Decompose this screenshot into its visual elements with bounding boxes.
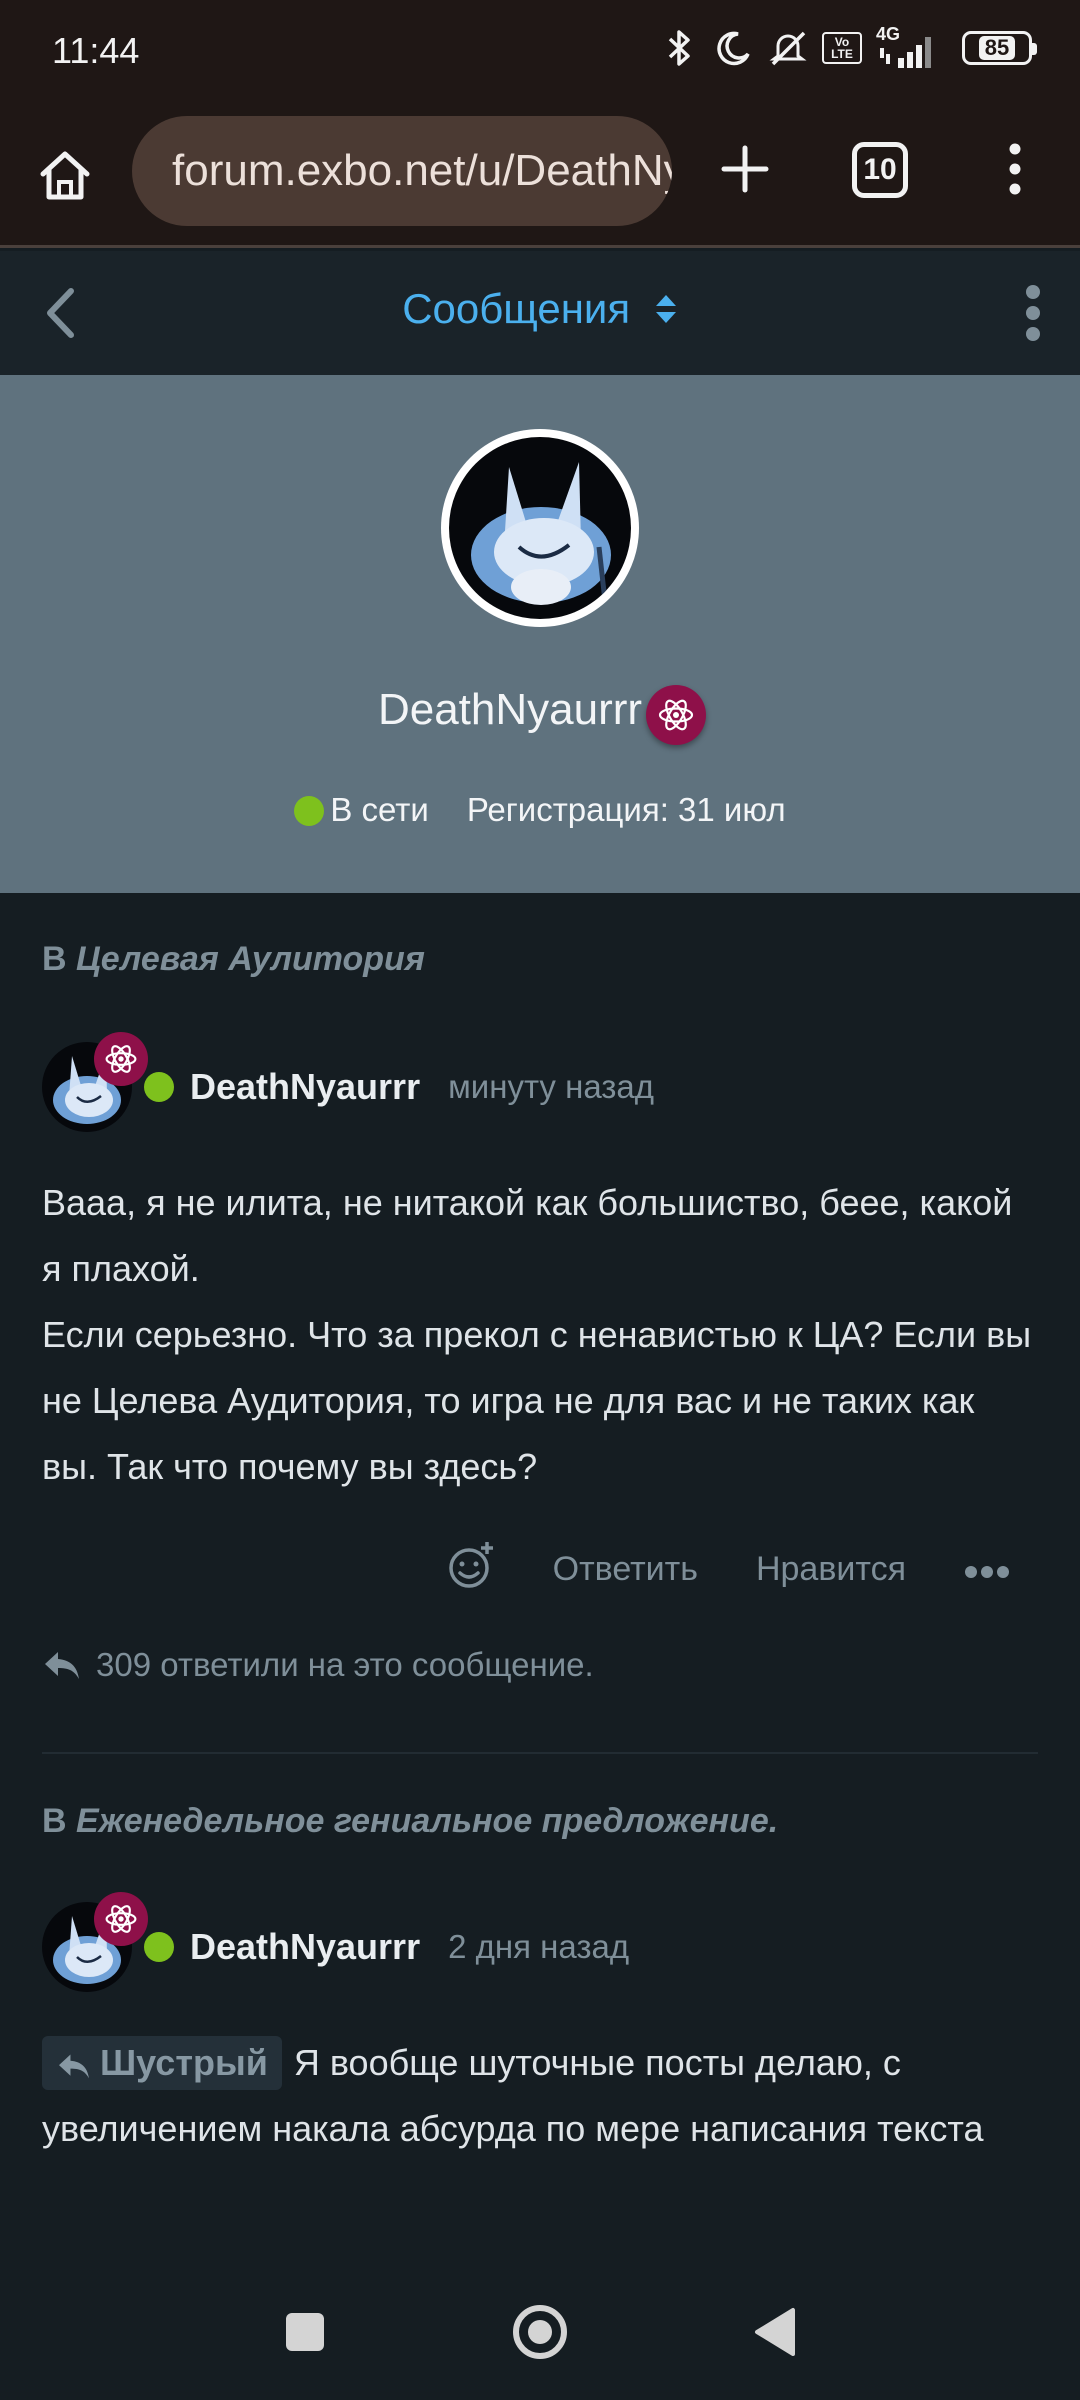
overflow-menu-icon <box>1009 143 1021 195</box>
post-divider <box>42 1752 1038 1754</box>
system-nav-bar <box>0 2262 1080 2400</box>
home-icon <box>40 151 90 200</box>
react-button[interactable] <box>447 1540 495 1599</box>
plus-icon <box>721 145 769 193</box>
post-time[interactable]: минуту назад <box>448 1068 654 1106</box>
mute-icon <box>768 26 808 70</box>
like-button[interactable]: Нравится <box>756 1550 906 1589</box>
atom-icon <box>646 685 706 745</box>
battery-level: 85 <box>978 36 1016 60</box>
discussion-link[interactable]: Еженедельное гениальное предложение. <box>76 1802 778 1840</box>
atom-icon <box>94 1032 148 1086</box>
post-header: DeathNyaurrr минуту назад <box>42 1032 654 1132</box>
post-context[interactable]: В Еженедельное гениальное предложение. <box>42 1802 1038 1841</box>
replies-link[interactable]: 309 ответили на это сообщение. <box>42 1646 594 1684</box>
address-bar[interactable]: forum.exbo.net/u/DeathNyaurrr <box>132 116 672 226</box>
post-item: В Еженедельное гениальное предложение. D… <box>42 1802 1038 2222</box>
new-tab-button[interactable] <box>712 136 778 202</box>
moon-icon <box>714 26 754 70</box>
online-status: В сети <box>330 791 429 828</box>
recents-button[interactable] <box>265 2292 345 2372</box>
url-text: forum.exbo.net/u/DeathNyaurrr <box>172 146 672 195</box>
mention-link[interactable]: Шустрый <box>42 2036 282 2090</box>
post-header: DeathNyaurrr 2 дня назад <box>42 1892 629 1992</box>
post-author[interactable]: DeathNyaurrr <box>190 1926 420 1968</box>
profile-info: В сети Регистрация: 31 июл <box>0 791 1080 829</box>
online-indicator <box>144 1072 174 1102</box>
battery-icon: 85 <box>954 26 1040 70</box>
back-nav-button[interactable] <box>735 2292 815 2372</box>
emoji-add-icon <box>448 1542 493 1588</box>
avatar[interactable] <box>441 429 639 627</box>
post-context[interactable]: В Целевая Аулитория <box>42 940 1038 979</box>
home-button[interactable] <box>32 142 98 208</box>
discussion-link[interactable]: Целевая Аулитория <box>76 940 425 978</box>
home-circle-icon <box>513 2305 567 2359</box>
post-paragraph: Если серьезно. Что за прекол с ненависть… <box>42 1314 1032 1487</box>
status-bar: 11:44 Vo LTE 4G 85 <box>0 0 1080 100</box>
profile-username: DeathNyaurrr <box>377 685 643 734</box>
tabs-button[interactable]: 10 <box>852 142 908 198</box>
signal-icon: 4G <box>876 24 940 70</box>
browser-menu-button[interactable] <box>990 136 1040 202</box>
sort-arrows-icon <box>654 288 678 336</box>
overflow-menu-icon <box>1026 285 1040 341</box>
bluetooth-icon <box>660 26 700 70</box>
online-indicator <box>144 1932 174 1962</box>
forum-header: Сообщения <box>0 251 1080 375</box>
post-paragraph: Вааа, я не илита, не нитакой как большис… <box>42 1182 1013 1289</box>
browser-toolbar: forum.exbo.net/u/DeathNyaurrr 10 <box>0 100 1080 248</box>
post-actions: Ответить Нравится <box>447 1540 1010 1599</box>
post-time[interactable]: 2 дня назад <box>448 1928 629 1966</box>
reply-button[interactable]: Ответить <box>553 1550 698 1589</box>
atom-icon <box>94 1892 148 1946</box>
back-triangle-icon <box>755 2308 795 2356</box>
reply-arrow-icon <box>59 2054 89 2079</box>
section-dropdown[interactable]: Сообщения <box>0 285 1080 336</box>
post-body: Вааа, я не илита, не нитакой как большис… <box>42 1170 1038 1500</box>
more-dots-icon <box>965 1566 1009 1578</box>
post-body: Шустрый Я вообще шуточные посты делаю, с … <box>42 2030 1038 2162</box>
registration-date: Регистрация: 31 июл <box>466 791 786 828</box>
more-button[interactable] <box>964 1550 1010 1589</box>
home-nav-button[interactable] <box>500 2292 580 2372</box>
post-author[interactable]: DeathNyaurrr <box>190 1066 420 1108</box>
author-avatar[interactable] <box>42 1892 148 1992</box>
section-title: Сообщения <box>402 285 631 332</box>
profile-hero: DeathNyaurrr В сети Регистрация: 31 июл <box>0 375 1080 893</box>
recents-square-icon <box>286 2313 324 2351</box>
volte-icon: Vo LTE <box>822 26 862 70</box>
status-icons: Vo LTE 4G 85 <box>660 24 1040 70</box>
status-time: 11:44 <box>52 30 140 71</box>
author-avatar[interactable] <box>42 1032 148 1132</box>
online-indicator <box>294 796 325 826</box>
post-item: В Целевая Аулитория DeathNyaurrr минуту … <box>42 940 1038 1760</box>
reply-arrow-icon <box>45 1652 79 1679</box>
forum-menu-button[interactable] <box>1008 281 1058 345</box>
